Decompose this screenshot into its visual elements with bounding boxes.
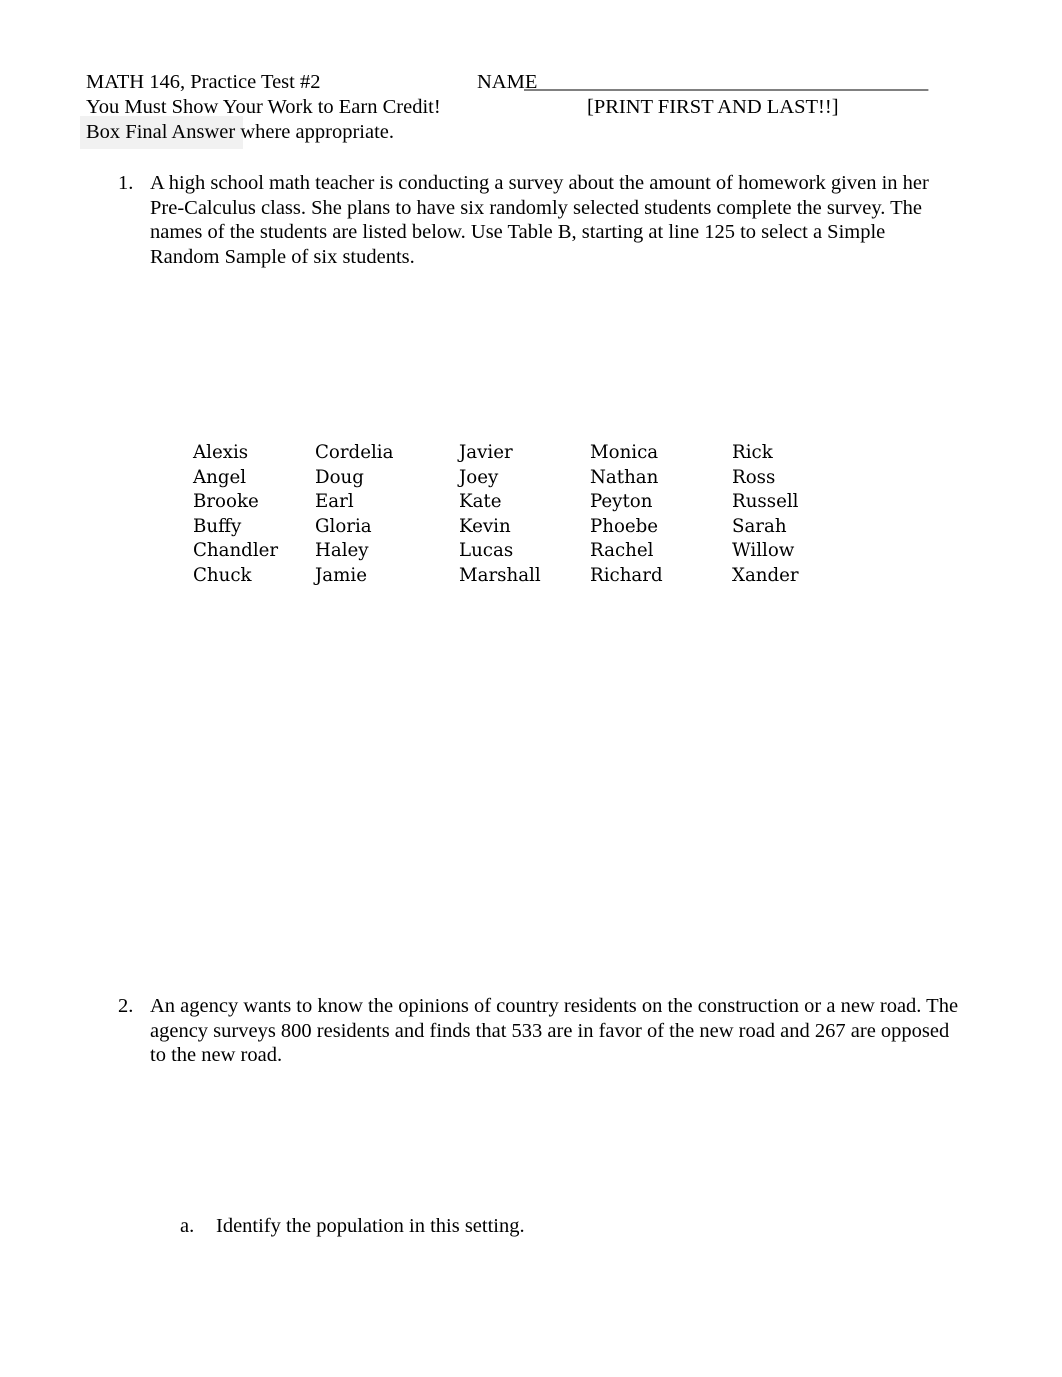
student-name: Javier [459,442,513,463]
print-name-note: [PRINT FIRST AND LAST!!] [587,96,839,118]
student-name: Jamie [315,564,367,586]
subquestion-2a-text: Identify the population in this setting. [216,1215,525,1237]
question-2-number: 2. [118,995,134,1017]
question-1-line: Pre-Calculus class. She plans to have si… [150,196,922,219]
student-name: Doug [315,466,364,488]
instruction-box-answer: Box Final Answer where appropriate. [86,121,394,143]
student-name: Monica [590,442,659,463]
student-name: Cordelia [315,442,394,463]
question-1: 1. A high school math teacher is conduct… [118,171,998,269]
header-line-box: Box Final Answer where appropriate. [80,116,986,149]
document-page: MATH 146, Practice Test #2 NAME ________… [0,0,1062,1377]
student-name: Nathan [590,466,659,488]
student-name: Brooke [193,491,259,513]
question-2-text: An agency wants to know the opinions of … [150,994,1008,1068]
student-name: Lucas [459,540,514,562]
subquestion-2a-letter: a. [180,1215,195,1237]
student-name: Kate [459,491,502,513]
question-1-line: names of the students are listed below. … [150,221,886,244]
student-name: Angel [193,466,247,488]
header-line-course: MATH 146, Practice Test #2 NAME ________… [86,70,986,95]
student-name: Ross [732,466,776,488]
student-name: Sarah [732,515,787,537]
student-name: Joey [459,466,499,488]
student-name: Kevin [459,515,511,537]
student-name: Alexis [193,442,249,463]
question-1-line: Random Sample of six students. [150,245,415,268]
student-name: Willow [732,540,795,562]
student-name: Haley [315,540,369,562]
student-name: Chandler [193,540,279,562]
course-title: MATH 146, Practice Test #2 [86,71,321,93]
question-1-text: A high school math teacher is conducting… [150,171,998,269]
student-name: Gloria [315,515,372,537]
student-name: Richard [590,564,663,586]
student-name: Phoebe [590,515,659,537]
question-2: 2. An agency wants to know the opinions … [118,994,1008,1068]
student-names-grid: Alexis Cordelia Javier Monica Rick Angel… [193,441,872,589]
question-2-line: to the new road. [150,1044,283,1067]
student-name: Buffy [193,515,242,537]
question-1-line: A high school math teacher is conducting… [150,172,929,194]
subquestion-2a: a. Identify the population in this setti… [180,1214,880,1239]
document-header: MATH 146, Practice Test #2 NAME ________… [80,70,986,149]
question-2-line: agency surveys 800 residents and finds t… [150,1019,950,1042]
student-name: Xander [732,564,799,586]
student-name: Earl [315,491,354,513]
question-1-number: 1. [118,172,134,194]
student-name: Russell [732,491,799,513]
question-2-line: An agency wants to know the opinions of … [150,995,959,1017]
student-name: Chuck [193,564,252,586]
name-blank-line[interactable]: ________________________________________… [524,70,964,95]
student-name: Rachel [590,540,654,562]
student-name: Peyton [590,491,653,513]
student-name: Rick [732,442,773,463]
student-name: Marshall [459,564,541,586]
